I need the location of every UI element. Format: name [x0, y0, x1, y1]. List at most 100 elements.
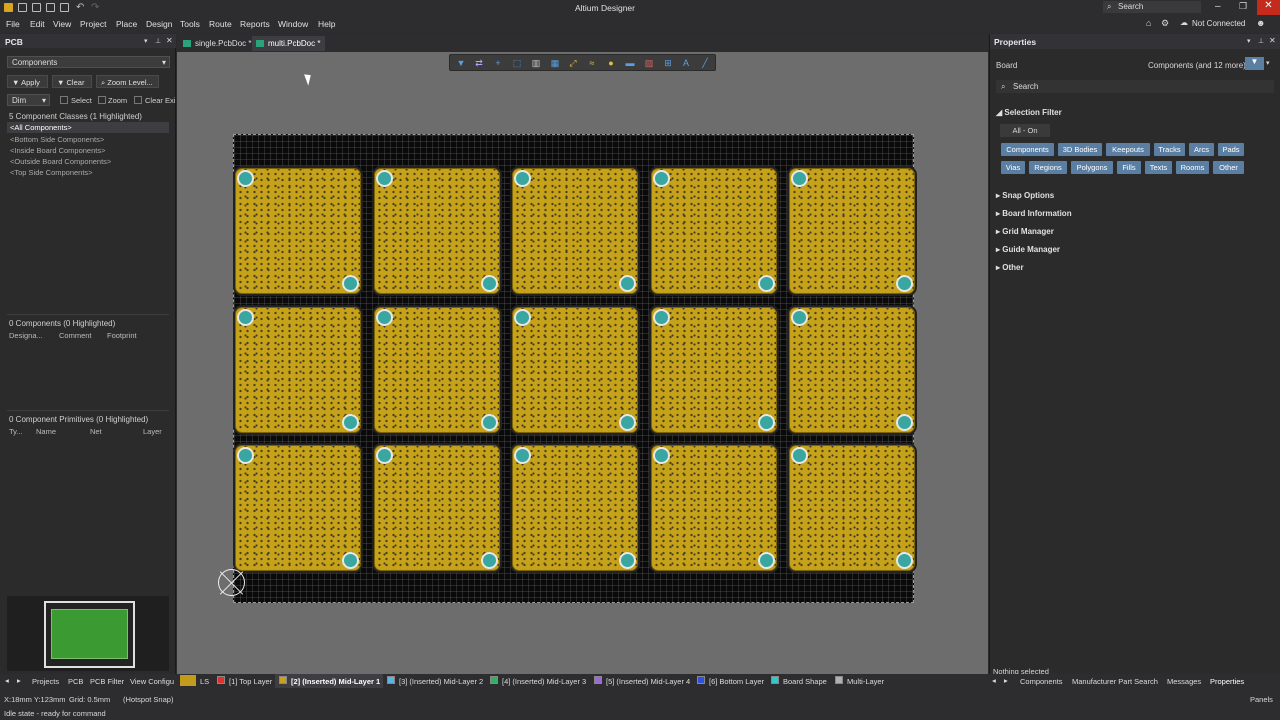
class-outside[interactable]: <Outside Board Components> [10, 157, 111, 166]
filter-icon[interactable]: ▼ [456, 58, 466, 68]
pcb-panel-unit[interactable] [650, 168, 777, 294]
class-bottom[interactable]: <Bottom Side Components> [10, 135, 104, 144]
select-rect-icon[interactable]: ⬚ [512, 58, 522, 68]
layer-tab-mid2[interactable]: [3] (Inserted) Mid-Layer 2 [399, 677, 483, 686]
other-header[interactable]: ▸ Other [996, 263, 1024, 272]
col-layer[interactable]: Layer [143, 427, 162, 436]
menu-design[interactable]: Design [146, 19, 172, 29]
class-top[interactable]: <Top Side Components> [10, 168, 93, 177]
selection-filter-header[interactable]: ◢ Selection Filter [996, 108, 1062, 117]
keepout-icon[interactable]: ▨ [644, 58, 654, 68]
menu-file[interactable]: File [6, 19, 20, 29]
route-multi-icon[interactable]: ⤢ [568, 58, 578, 68]
zoom-level-button[interactable]: ⌕ Zoom Level... [96, 75, 159, 88]
pcb-board[interactable] [233, 134, 915, 603]
filter-components[interactable]: Components [1001, 143, 1054, 156]
select-checkbox[interactable] [60, 96, 68, 104]
filter-rooms[interactable]: Rooms [1176, 161, 1209, 174]
pcb-panel-unit[interactable] [512, 445, 638, 571]
fill-icon[interactable]: ▬ [625, 58, 635, 68]
board-information-header[interactable]: ▸ Board Information [996, 209, 1072, 218]
tab-view-config[interactable]: View Configu [130, 677, 175, 686]
menu-tools[interactable]: Tools [180, 19, 200, 29]
properties-search[interactable]: ⌕ Search [996, 80, 1274, 93]
pcb-panel-unit[interactable] [512, 306, 638, 433]
route-icon[interactable]: ⇄ [474, 58, 484, 68]
text-icon[interactable]: A [681, 58, 691, 68]
pin-icon[interactable]: ⊥ [155, 37, 161, 45]
tab-components[interactable]: Components [1020, 677, 1063, 686]
menu-window[interactable]: Window [278, 19, 308, 29]
filter-arcs[interactable]: Arcs [1189, 143, 1214, 156]
pcb-panel-unit[interactable] [235, 306, 361, 433]
line-icon[interactable]: ╱ [700, 58, 710, 68]
menu-project[interactable]: Project [80, 19, 106, 29]
dimension-icon[interactable]: ⊞ [663, 58, 673, 68]
filter-tracks[interactable]: Tracks [1154, 143, 1185, 156]
col-name[interactable]: Name [36, 427, 56, 436]
apply-button[interactable]: ▼ Apply [7, 75, 48, 88]
pcb-panel-unit[interactable] [789, 168, 915, 294]
redo-icon[interactable]: ↷ [91, 2, 99, 13]
snap-options-header[interactable]: ▸ Snap Options [996, 191, 1054, 200]
scroll-left-icon[interactable]: ◂ [992, 676, 996, 685]
grid-size[interactable]: Grid: 0.5mm [69, 695, 110, 704]
restore-icon[interactable]: ❐ [1239, 1, 1247, 12]
col-footprint[interactable]: Footprint [107, 331, 137, 340]
via-icon[interactable]: ● [606, 58, 616, 68]
filter-fills[interactable]: Fills [1117, 161, 1141, 174]
align-icon[interactable]: ▦ [550, 58, 560, 68]
undo-icon[interactable]: ↶ [76, 2, 84, 13]
minimize-icon[interactable]: – [1215, 1, 1221, 12]
save-icon[interactable] [32, 3, 41, 12]
gear-icon[interactable]: ⚙ [1161, 18, 1169, 29]
selection-scope[interactable]: Components (and 12 more) [1148, 61, 1246, 70]
global-search[interactable]: ⌕ Search [1103, 1, 1201, 13]
filter-pads[interactable]: Pads [1218, 143, 1244, 156]
save-all-icon[interactable] [46, 3, 55, 12]
scroll-right-icon[interactable]: ▸ [17, 676, 21, 685]
open-icon[interactable] [60, 3, 69, 12]
tab-multi-pcbdoc[interactable]: multi.PcbDoc * [252, 36, 326, 51]
class-inside[interactable]: <Inside Board Components> [10, 146, 105, 155]
filter-vias[interactable]: Vias [1001, 161, 1025, 174]
tab-manufacturer-part-search[interactable]: Manufacturer Part Search [1072, 677, 1158, 686]
close-panel-icon[interactable]: ✕ [1269, 36, 1276, 45]
chevron-down-icon[interactable]: ▾ [1266, 59, 1270, 67]
tab-pcb-filter[interactable]: PCB Filter [90, 677, 124, 686]
layer-tab-mid3[interactable]: [4] (Inserted) Mid-Layer 3 [502, 677, 586, 686]
clear-existing-checkbox[interactable] [134, 96, 142, 104]
mode-select[interactable]: Components ▾ [7, 56, 170, 68]
layer-set-label[interactable]: LS [200, 677, 209, 686]
filter-toggle-button[interactable]: ▼ [1245, 57, 1264, 70]
col-comment[interactable]: Comment [59, 331, 92, 340]
layer-set-swatch[interactable] [180, 675, 196, 686]
new-file-icon[interactable] [18, 3, 27, 12]
preview-viewport[interactable] [44, 601, 135, 668]
panel-menu-icon[interactable]: ▾ [144, 37, 148, 45]
pcb-panel-unit[interactable] [373, 306, 500, 433]
filter-polygons[interactable]: Polygons [1071, 161, 1113, 174]
zoom-checkbox[interactable] [98, 96, 106, 104]
user-icon[interactable]: ☻ [1256, 18, 1265, 28]
pcb-panel-unit[interactable] [650, 445, 777, 571]
pcb-panel-unit[interactable] [235, 168, 361, 294]
tab-single-pcbdoc[interactable]: single.PcbDoc * [179, 36, 257, 51]
filter-keepouts[interactable]: Keepouts [1106, 143, 1150, 156]
filter-other[interactable]: Other [1213, 161, 1244, 174]
scroll-right-icon[interactable]: ▸ [1004, 676, 1008, 685]
diff-pair-icon[interactable]: ≈ [587, 58, 597, 68]
all-on-button[interactable]: All - On [1000, 124, 1050, 137]
menu-help[interactable]: Help [318, 19, 335, 29]
pcb-panel-unit[interactable] [373, 168, 500, 294]
grid-manager-header[interactable]: ▸ Grid Manager [996, 227, 1054, 236]
col-designator[interactable]: Designa... [9, 331, 43, 340]
menu-route[interactable]: Route [209, 19, 232, 29]
pcb-panel-unit[interactable] [512, 168, 638, 294]
panels-button[interactable]: Panels [1250, 695, 1273, 704]
tab-properties[interactable]: Properties [1210, 677, 1244, 686]
menu-reports[interactable]: Reports [240, 19, 270, 29]
layer-tab-multi[interactable]: Multi-Layer [847, 677, 884, 686]
guide-manager-header[interactable]: ▸ Guide Manager [996, 245, 1060, 254]
list-item-selected[interactable]: <All Components> [7, 123, 169, 133]
